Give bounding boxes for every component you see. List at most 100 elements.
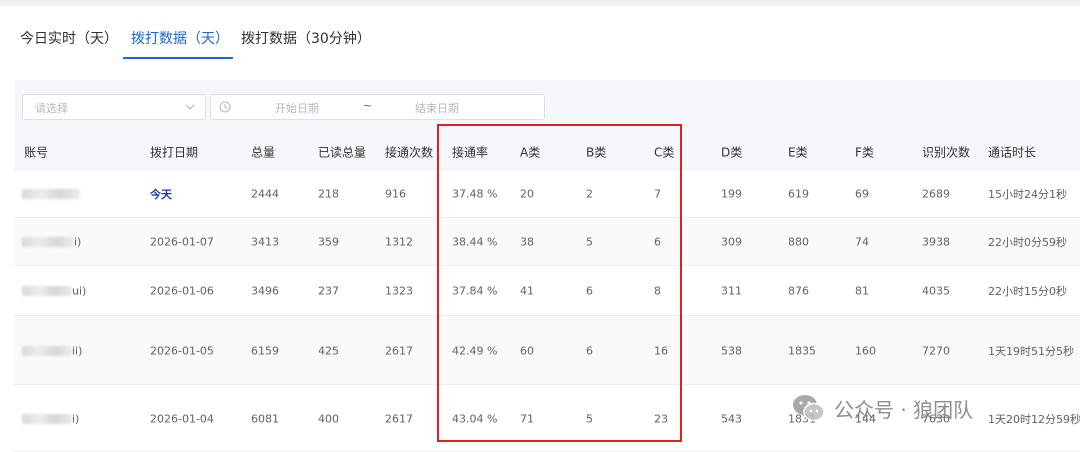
account-suffix: i) <box>74 235 82 249</box>
cell-class-a: 41 <box>520 284 534 298</box>
cell-dial-date: 2026-01-05 <box>150 344 214 357</box>
column-header-total[interactable]: 总量 <box>251 144 275 161</box>
column-header-dial-date[interactable]: 拨打日期 <box>150 144 198 161</box>
cell-connect-rate: 42.49 % <box>452 344 498 357</box>
cell-connect-rate: 38.44 % <box>452 235 498 249</box>
account-suffix: ii) <box>72 344 83 357</box>
table-header-row: 账号 拨打日期 总量 已读总量 接通次数 接通率 A类 B类 C类 D类 E类 F类 识别次数 通话时长 <box>14 134 1080 170</box>
cell-class-c: 6 <box>654 235 661 249</box>
column-header-class-a[interactable]: A类 <box>520 144 540 161</box>
cell-recognized-count: 7270 <box>922 344 950 357</box>
cell-class-b: 5 <box>586 412 593 425</box>
cell-total: 6159 <box>251 344 279 357</box>
table-row: ii) 2026-01-05 6159 425 2617 42.49 % 60 6 16 538 1… <box>14 316 1080 385</box>
cell-total: 3496 <box>251 284 279 298</box>
cell-class-a: 71 <box>520 412 534 425</box>
cell-class-e: 876 <box>788 284 809 298</box>
cell-class-e: 1835 <box>788 344 816 357</box>
cell-total: 2444 <box>251 187 279 201</box>
account-select-placeholder: 请选择 <box>35 102 68 115</box>
account-suffix: ui) <box>72 284 87 298</box>
cell-class-e: 880 <box>788 235 809 249</box>
cell-call-duration: 22小时15分0秒 <box>988 285 1067 298</box>
cell-class-f: 69 <box>855 187 869 201</box>
cell-call-duration: 15小时24分1秒 <box>988 188 1067 201</box>
table-row: i) 2026-01-07 3413 359 1312 38.44 % 38 5 6 309 880… <box>14 218 1080 266</box>
cell-read-total: 425 <box>318 344 339 357</box>
column-header-read-total[interactable]: 已读总量 <box>318 144 366 161</box>
cell-connect-rate: 37.84 % <box>452 284 498 298</box>
account-suffix: i) <box>72 412 80 425</box>
tab-dial-data-daily[interactable]: 拨打数据（天） <box>131 28 229 48</box>
tab-dial-data-30min[interactable]: 拨打数据（30分钟） <box>241 28 371 48</box>
cell-class-b: 2 <box>586 187 593 201</box>
cell-connected-count: 1323 <box>385 284 413 298</box>
cell-class-f: 81 <box>855 284 869 298</box>
cell-class-a: 20 <box>520 187 534 201</box>
cell-class-d: 543 <box>721 412 742 425</box>
table-row: 今天 2444 218 916 37.48 % 20 2 7 199 619 69 2689 15小时2… <box>14 170 1080 218</box>
watermark-text: 公众号 · 狼团队 <box>834 397 974 422</box>
cell-connected-count: 2617 <box>385 344 413 357</box>
account-name-redacted <box>22 345 72 356</box>
cell-read-total: 237 <box>318 284 339 298</box>
cell-class-f: 74 <box>855 235 869 249</box>
chevron-down-icon <box>185 104 195 110</box>
cell-dial-date: 2026-01-04 <box>150 412 214 425</box>
cell-class-d: 311 <box>721 284 742 298</box>
cell-class-e: 619 <box>788 187 809 201</box>
account-select[interactable]: 请选择 <box>22 94 206 120</box>
cell-connected-count: 916 <box>385 187 406 201</box>
column-header-class-d[interactable]: D类 <box>721 144 742 161</box>
account-name-redacted <box>22 189 80 199</box>
column-header-class-e[interactable]: E类 <box>788 144 808 161</box>
cell-class-c: 7 <box>654 187 661 201</box>
watermark: 公众号 · 狼团队 <box>792 390 973 426</box>
column-header-class-c[interactable]: C类 <box>654 144 674 161</box>
cell-connected-count: 2617 <box>385 412 413 425</box>
cell-call-duration: 1天20时12分59秒 <box>988 412 1080 426</box>
cell-class-b: 6 <box>586 284 593 298</box>
cell-dial-date: 2026-01-07 <box>150 235 214 249</box>
cell-class-c: 8 <box>654 284 661 298</box>
column-header-connected-count[interactable]: 接通次数 <box>385 144 433 161</box>
cell-connect-rate: 43.04 % <box>452 412 498 425</box>
cell-read-total: 359 <box>318 235 339 249</box>
cell-connected-count: 1312 <box>385 235 413 249</box>
date-separator: ~ <box>363 99 373 112</box>
cell-class-c: 23 <box>654 412 668 425</box>
cell-recognized-count: 3938 <box>922 235 950 249</box>
column-header-call-duration[interactable]: 通话时长 <box>988 144 1036 161</box>
date-end-input[interactable]: 结束日期 <box>415 100 459 116</box>
cell-class-c: 16 <box>654 344 668 357</box>
column-header-account[interactable]: 账号 <box>24 144 48 161</box>
cell-class-f: 160 <box>855 344 876 357</box>
cell-total: 3413 <box>251 235 279 249</box>
cell-total: 6081 <box>251 412 279 425</box>
column-header-class-f[interactable]: F类 <box>855 144 874 161</box>
cell-class-a: 38 <box>520 235 534 249</box>
date-range-picker[interactable]: 开始日期 ~ 结束日期 <box>210 94 545 120</box>
column-header-class-b[interactable]: B类 <box>586 144 606 161</box>
cell-dial-date: 2026-01-06 <box>150 284 214 298</box>
column-header-recognized-count[interactable]: 识别次数 <box>922 144 970 161</box>
cell-dial-date[interactable]: 今天 <box>150 186 172 202</box>
clock-icon <box>219 101 231 113</box>
tab-today-realtime[interactable]: 今日实时（天） <box>20 28 118 48</box>
column-header-connect-rate[interactable]: 接通率 <box>452 144 488 161</box>
cell-read-total: 218 <box>318 187 339 201</box>
cell-read-total: 400 <box>318 412 339 425</box>
wechat-icon <box>793 395 825 422</box>
account-name-redacted <box>22 237 74 247</box>
cell-class-d: 309 <box>721 235 742 249</box>
active-tab-indicator <box>123 57 233 59</box>
cell-call-duration: 1天19时51分5秒 <box>988 344 1074 358</box>
cell-class-a: 60 <box>520 344 534 357</box>
cell-class-d: 538 <box>721 344 742 357</box>
cell-class-b: 6 <box>586 344 593 357</box>
cell-recognized-count: 4035 <box>922 284 950 298</box>
cell-connect-rate: 37.48 % <box>452 187 498 201</box>
account-name-redacted <box>22 413 72 424</box>
account-name-redacted <box>22 286 72 296</box>
date-start-input[interactable]: 开始日期 <box>275 100 319 116</box>
